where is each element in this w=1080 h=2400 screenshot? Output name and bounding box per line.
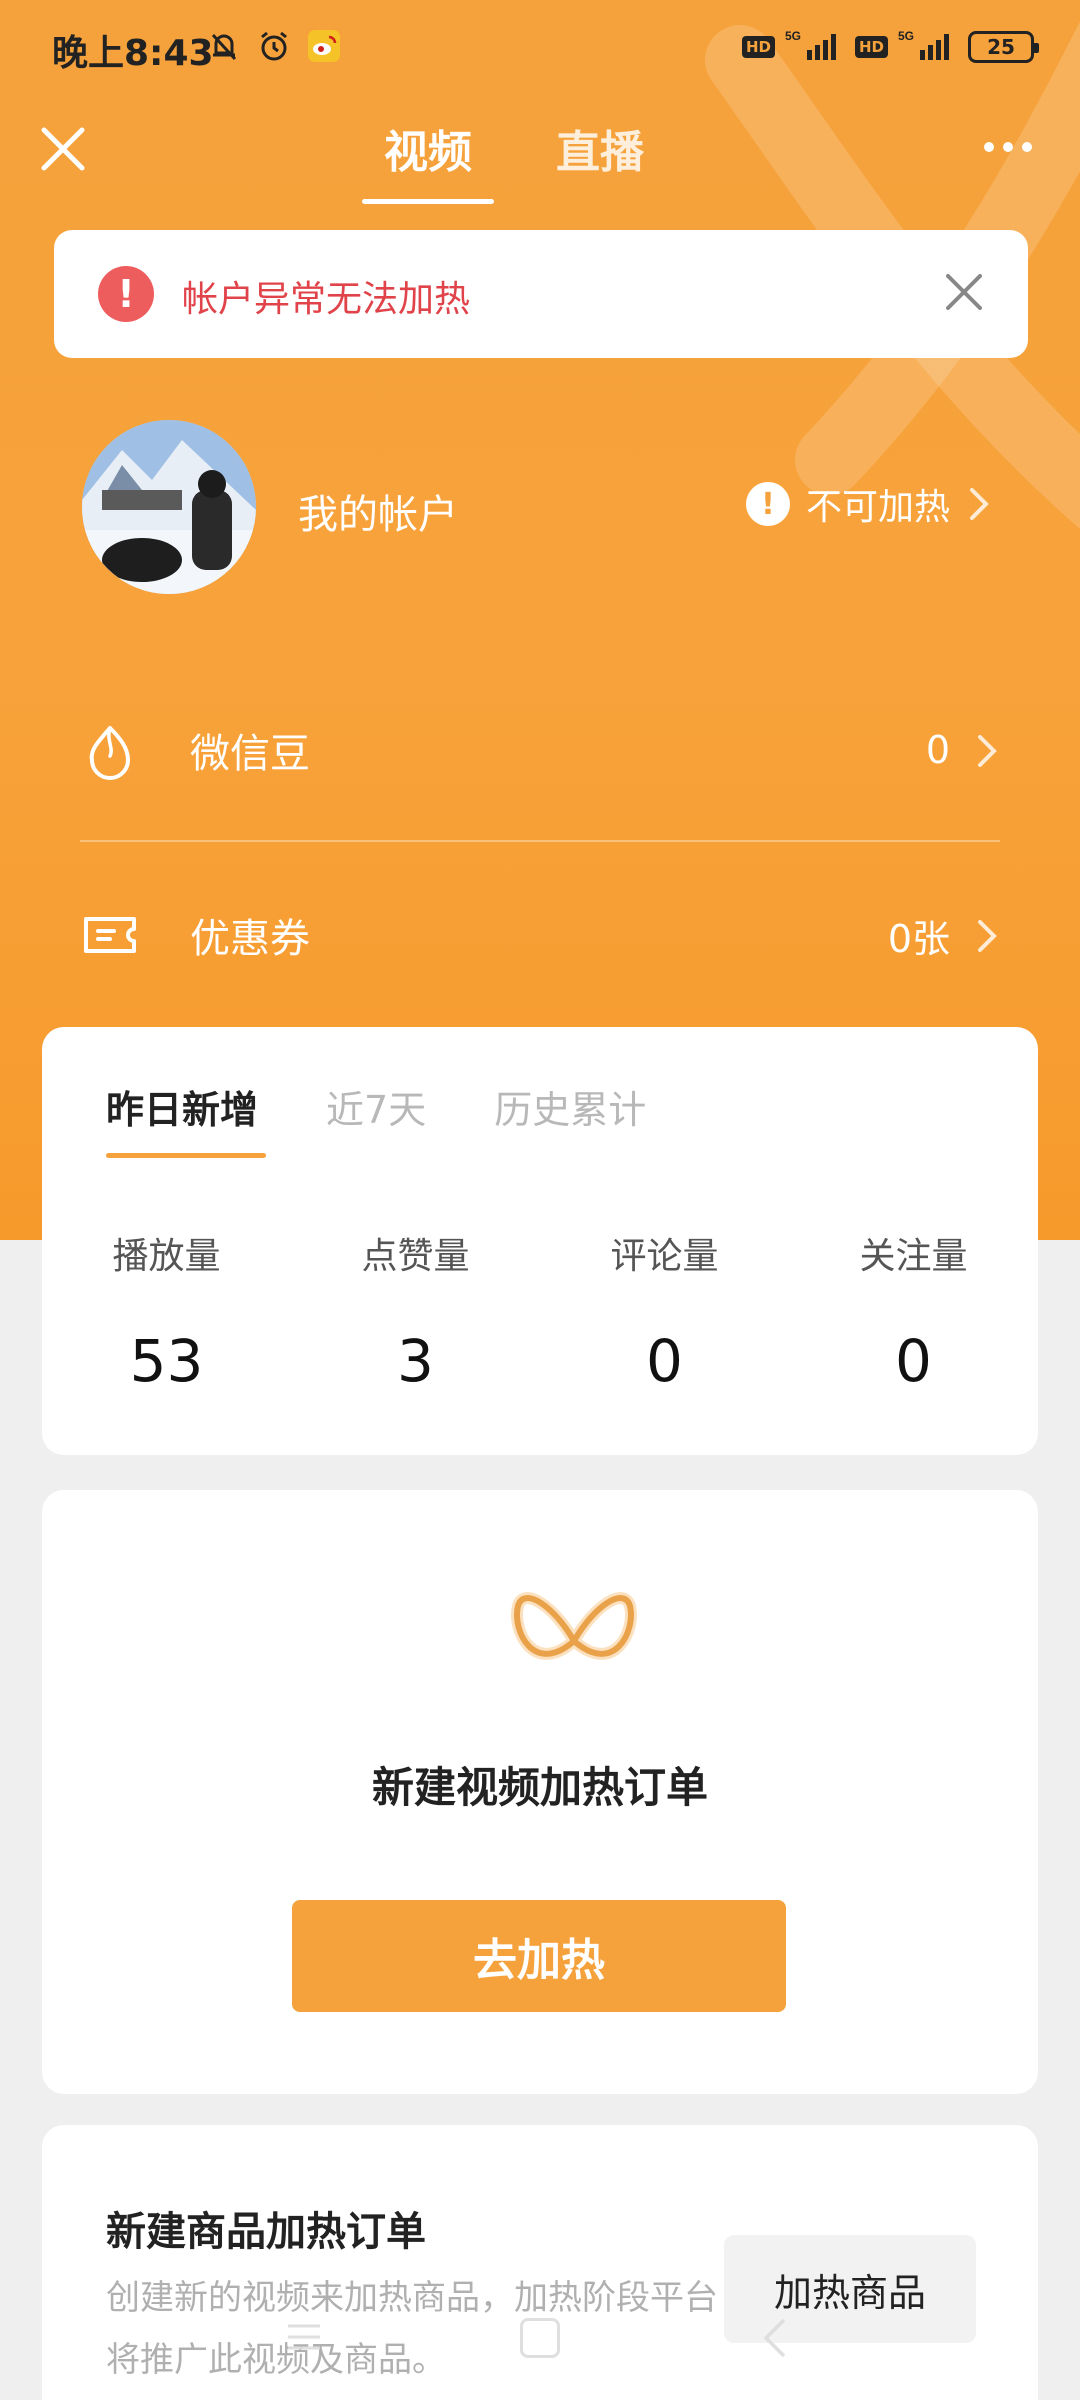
- coupon-row[interactable]: 优惠券 0张: [80, 890, 1000, 980]
- stat-value: 0: [646, 1327, 683, 1395]
- error-icon: !: [98, 266, 154, 322]
- stat-value: 53: [129, 1327, 204, 1395]
- menu-icon[interactable]: [286, 2322, 322, 2352]
- stat-name: 点赞量: [361, 1236, 470, 1277]
- warning-icon: !: [745, 482, 790, 526]
- status-bar: 晚上8:43 HD 5G HD 5G 25: [0, 0, 1080, 100]
- signal-icon-2: 5G: [898, 28, 958, 66]
- row-divider: [80, 840, 1000, 842]
- back-icon[interactable]: [760, 2316, 790, 2360]
- stat-name: 评论量: [610, 1236, 719, 1277]
- page: 晚上8:43 HD 5G HD 5G 25 视频 直播 ! 帐户异常无法加热 我…: [0, 0, 1080, 2400]
- account-status-text: 不可加热: [805, 487, 950, 528]
- bean-icon: [89, 726, 130, 780]
- bell-off-icon: [206, 28, 242, 64]
- stat-plays: 播放量 53: [42, 1227, 291, 1395]
- chevron-right-icon: [978, 735, 997, 767]
- stat-value: 3: [397, 1327, 434, 1395]
- wechat-beans-label: 微信豆: [190, 731, 310, 777]
- boost-logo-icon: [511, 1592, 637, 1660]
- wechat-beans-value: 0: [925, 728, 950, 772]
- stats-card: 昨日新增 近7天 历史累计 播放量 53 点赞量 3 评论量 0 关注量 0: [42, 1027, 1038, 1455]
- stat-likes: 点赞量 3: [291, 1227, 540, 1395]
- hd-badge-2: HD: [854, 36, 888, 58]
- top-navigation: 视频 直播: [0, 100, 1080, 204]
- weibo-icon: [306, 28, 342, 64]
- tab-all-time[interactable]: 历史累计: [494, 1079, 646, 1134]
- alert-close-icon[interactable]: [940, 268, 988, 316]
- more-icon[interactable]: [984, 142, 1032, 152]
- account-status[interactable]: ! 不可加热: [745, 478, 992, 530]
- stats-tab-bar: 昨日新增 近7天 历史累计: [106, 1079, 646, 1158]
- create-video-order-title: 新建视频加热订单: [371, 1763, 708, 1812]
- close-icon[interactable]: [38, 124, 88, 174]
- coupon-label: 优惠券: [190, 916, 310, 962]
- svg-text:5G: 5G: [898, 29, 914, 43]
- go-boost-button[interactable]: 去加热: [292, 1900, 786, 2012]
- signal-icon: 5G: [785, 28, 845, 66]
- stat-name: 播放量: [112, 1236, 221, 1277]
- svg-text:5G: 5G: [785, 29, 801, 43]
- stat-value: 0: [895, 1327, 932, 1395]
- wechat-beans-row[interactable]: 微信豆 0: [80, 705, 1000, 795]
- chevron-right-icon: [978, 920, 997, 952]
- tab-live[interactable]: 直播: [556, 116, 644, 194]
- tab-last-7-days[interactable]: 近7天: [326, 1079, 426, 1134]
- my-account-label[interactable]: 我的帐户: [298, 482, 458, 540]
- tab-video[interactable]: 视频: [362, 116, 494, 204]
- coupon-icon: [84, 917, 136, 953]
- battery-indicator: 25: [968, 31, 1039, 63]
- stats-grid: 播放量 53 点赞量 3 评论量 0 关注量 0: [42, 1227, 1038, 1395]
- alert-message: 帐户异常无法加热: [182, 279, 471, 320]
- system-navigation-bar: [0, 2300, 1080, 2400]
- status-time: 晚上8:43: [52, 33, 214, 74]
- coupon-value: 0张: [887, 916, 950, 961]
- tab-yesterday[interactable]: 昨日新增: [106, 1079, 267, 1158]
- alarm-icon: [256, 28, 292, 64]
- status-icons-right: HD 5G HD 5G 25: [741, 28, 1039, 66]
- tab-bar: 视频 直播: [362, 116, 644, 204]
- stat-name: 关注量: [859, 1236, 968, 1277]
- stat-comments: 评论量 0: [540, 1227, 789, 1395]
- status-icons-left: [206, 28, 342, 64]
- create-video-order-card: 新建视频加热订单 去加热: [42, 1490, 1038, 2094]
- product-order-title: 新建商品加热订单: [106, 2209, 426, 2255]
- hd-badge: HD: [741, 36, 775, 58]
- chevron-right-icon: [970, 488, 989, 520]
- stat-follows: 关注量 0: [789, 1227, 1038, 1395]
- account-alert-banner: ! 帐户异常无法加热: [54, 230, 1028, 358]
- home-icon[interactable]: [520, 2318, 560, 2358]
- avatar[interactable]: [82, 420, 256, 594]
